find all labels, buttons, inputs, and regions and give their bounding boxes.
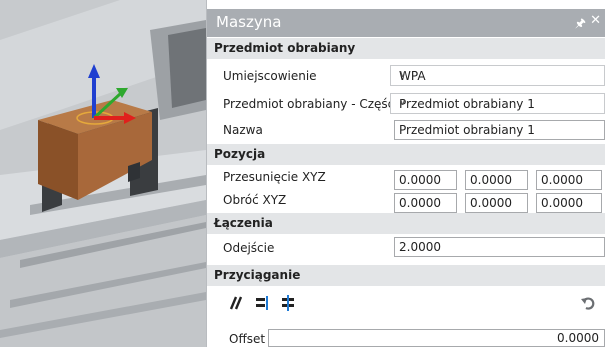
- offset-x-input[interactable]: 0.0000: [394, 170, 457, 190]
- chevron-down-icon: ∨: [399, 97, 407, 108]
- section-workpiece[interactable]: Przedmiot obrabiany: [207, 38, 605, 59]
- rotate-z-value: 0.0000: [541, 196, 583, 210]
- offset-z-input[interactable]: 0.0000: [536, 170, 602, 190]
- rotate-xyz-label: Obróć XYZ: [223, 193, 287, 207]
- rotate-x-value: 0.0000: [399, 196, 441, 210]
- distance-label: Odejście: [223, 241, 275, 255]
- offset-x-value: 0.0000: [399, 173, 441, 187]
- section-connections-title: Łączenia: [214, 216, 273, 230]
- workpiece-part-label: Przedmiot obrabiany - Część: [223, 97, 395, 111]
- chevron-down-icon: ∨: [399, 69, 407, 80]
- section-position[interactable]: Pozycja: [207, 144, 605, 165]
- offset-y-value: 0.0000: [470, 173, 512, 187]
- parallel-snap-icon[interactable]: [227, 295, 243, 315]
- section-position-title: Pozycja: [214, 147, 266, 161]
- rotate-x-input[interactable]: 0.0000: [394, 193, 457, 213]
- close-icon[interactable]: ✕: [590, 13, 601, 28]
- align-edge-icon[interactable]: [255, 295, 271, 315]
- panel-title: Maszyna: [216, 13, 282, 31]
- placement-dropdown[interactable]: WPA ∨: [390, 65, 605, 86]
- distance-value: 2.0000: [399, 240, 441, 254]
- name-input[interactable]: Przedmiot obrabiany 1: [394, 120, 605, 140]
- panel-titlebar: Maszyna 🖈 ✕: [207, 9, 605, 37]
- offset-input[interactable]: 0.0000: [268, 329, 605, 347]
- center-snap-icon[interactable]: [280, 295, 296, 315]
- rotate-y-value: 0.0000: [470, 196, 512, 210]
- section-connections[interactable]: Łączenia: [207, 213, 605, 234]
- undo-icon[interactable]: [580, 295, 596, 315]
- offset-y-input[interactable]: 0.0000: [465, 170, 528, 190]
- section-workpiece-title: Przedmiot obrabiany: [214, 41, 356, 55]
- offset-label: Offset: [229, 332, 266, 346]
- placement-label: Umiejscowienie: [223, 69, 317, 83]
- offset-z-value: 0.0000: [541, 173, 583, 187]
- pin-icon[interactable]: 🖈: [575, 14, 586, 35]
- section-snapping[interactable]: Przyciąganie: [207, 265, 605, 286]
- machine-scene: [0, 0, 206, 347]
- rotate-z-input[interactable]: 0.0000: [536, 193, 602, 213]
- rotate-y-input[interactable]: 0.0000: [465, 193, 528, 213]
- distance-input[interactable]: 2.0000: [394, 237, 605, 257]
- offset-value: 0.0000: [557, 331, 599, 345]
- machine-properties-panel: Maszyna 🖈 ✕ Przedmiot obrabiany Umiejsco…: [206, 0, 605, 347]
- name-label: Nazwa: [223, 123, 263, 137]
- offset-xyz-label: Przesunięcie XYZ: [223, 170, 326, 184]
- workpiece-part-dropdown[interactable]: Przedmiot obrabiany 1 ∨: [390, 93, 605, 114]
- name-value: Przedmiot obrabiany 1: [399, 123, 535, 137]
- 3d-viewport[interactable]: [0, 0, 206, 347]
- section-snapping-title: Przyciąganie: [214, 268, 301, 282]
